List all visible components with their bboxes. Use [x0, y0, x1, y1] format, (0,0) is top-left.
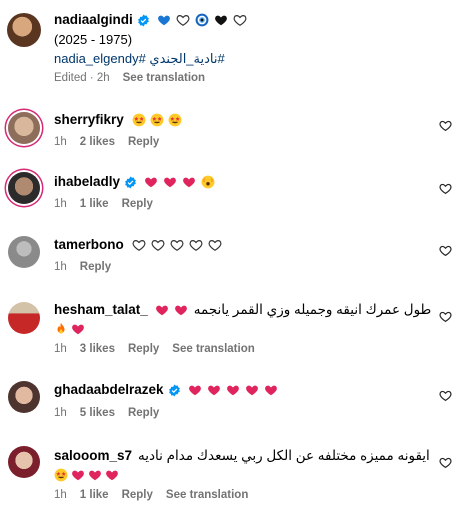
- comment-time: 1h: [54, 343, 67, 355]
- star-struck-emoji: [54, 468, 68, 482]
- heart-red-icon: [144, 175, 158, 189]
- username[interactable]: tamerbono: [54, 236, 124, 254]
- like-heart-icon[interactable]: [439, 244, 452, 257]
- username[interactable]: sherryfikry: [54, 111, 124, 129]
- see-translation-button[interactable]: See translation: [123, 72, 205, 84]
- likes-count[interactable]: 5 likes: [80, 407, 115, 419]
- heart-red-icon: [207, 383, 221, 397]
- username[interactable]: hesham_talat_: [54, 301, 148, 319]
- avatar[interactable]: [8, 172, 40, 204]
- comment-row: salooom_s7 ايقونه مميزه مختلفه عن الكل ر…: [0, 436, 461, 512]
- reply-button[interactable]: Reply: [80, 261, 111, 273]
- comment-row: ihabeladly 1h 1 like Reply: [0, 160, 461, 222]
- avatar[interactable]: [7, 13, 41, 47]
- verified-icon: [168, 384, 181, 397]
- verified-icon: [137, 14, 150, 27]
- raised-hands-emoji: [201, 175, 215, 189]
- heart-outline-icon: [233, 13, 247, 27]
- heart-red-icon: [155, 303, 169, 317]
- likes-count[interactable]: 3 likes: [80, 343, 115, 355]
- avatar[interactable]: [8, 446, 40, 478]
- like-heart-icon[interactable]: [439, 456, 452, 469]
- username[interactable]: ihabeladly: [54, 173, 120, 191]
- star-struck-emoji: [132, 113, 146, 127]
- heart-outline-icon: [170, 238, 184, 252]
- heart-red-icon: [182, 175, 196, 189]
- heart-red-icon: [163, 175, 177, 189]
- avatar[interactable]: [8, 236, 40, 268]
- likes-count[interactable]: 1 like: [80, 489, 109, 501]
- star-struck-emoji: [168, 113, 182, 127]
- heart-red-icon: [71, 468, 85, 482]
- comment-text: طول عمرك انيقه وجميله وزي القمر يانجمه: [193, 302, 432, 317]
- heart-blue-icon: [157, 13, 171, 27]
- heart-black-icon: [214, 13, 228, 27]
- likes-count[interactable]: 2 likes: [80, 136, 115, 148]
- heart-red-icon: [174, 303, 188, 317]
- like-heart-icon[interactable]: [439, 389, 452, 402]
- reply-button[interactable]: Reply: [122, 489, 153, 501]
- fire-emoji: [54, 322, 68, 336]
- like-heart-icon[interactable]: [439, 310, 452, 323]
- heart-red-icon: [188, 383, 202, 397]
- heart-red-icon: [245, 383, 259, 397]
- heart-outline-icon: [151, 238, 165, 252]
- heart-red-icon: [226, 383, 240, 397]
- comment-row: ghadaabdelrazek 1h 5 likes Reply: [0, 370, 461, 434]
- like-heart-icon[interactable]: [439, 119, 452, 132]
- heart-red-icon: [88, 468, 102, 482]
- heart-outline-icon: [176, 13, 190, 27]
- comment-time: 1h: [54, 198, 67, 210]
- username[interactable]: nadiaalgindi: [54, 11, 133, 29]
- avatar[interactable]: [8, 381, 40, 413]
- avatar[interactable]: [8, 112, 40, 144]
- heart-red-icon: [264, 383, 278, 397]
- heart-red-icon: [105, 468, 119, 482]
- comment-row: hesham_talat_ طول عمرك انيقه وجميله وزي …: [0, 292, 461, 368]
- heart-outline-icon: [208, 238, 222, 252]
- comment-time: 1h: [54, 489, 67, 501]
- likes-count[interactable]: 1 like: [80, 198, 109, 210]
- evil-eye-icon: [195, 13, 209, 27]
- username[interactable]: ghadaabdelrazek: [54, 381, 164, 399]
- comment-row: tamerbono 1h Reply: [0, 222, 461, 288]
- heart-red-icon: [71, 322, 85, 336]
- star-struck-emoji: [150, 113, 164, 127]
- username[interactable]: salooom_s7: [54, 447, 132, 465]
- caption-text: (2025 - 1975): [54, 32, 133, 47]
- heart-outline-icon: [189, 238, 203, 252]
- hashtags[interactable]: nadia_elgendy# نادية_الجندي#: [54, 50, 247, 67]
- edited-label: Edited · 2h: [54, 72, 110, 84]
- reply-button[interactable]: Reply: [122, 198, 153, 210]
- reply-button[interactable]: Reply: [128, 136, 159, 148]
- reply-button[interactable]: Reply: [128, 407, 159, 419]
- post-caption: nadiaalgindi (2025 - 1975) nadia_elgendy…: [0, 0, 461, 95]
- comment-time: 1h: [54, 136, 67, 148]
- see-translation-button[interactable]: See translation: [172, 343, 254, 355]
- see-translation-button[interactable]: See translation: [166, 489, 248, 501]
- comment-time: 1h: [54, 261, 67, 273]
- avatar[interactable]: [8, 302, 40, 334]
- heart-outline-icon: [132, 238, 146, 252]
- comment-row: sherryfikry 1h 2 likes Reply: [0, 100, 461, 160]
- like-heart-icon[interactable]: [439, 182, 452, 195]
- reply-button[interactable]: Reply: [128, 343, 159, 355]
- verified-icon: [124, 176, 137, 189]
- comment-text: ايقونه مميزه مختلفه عن الكل ربي يسعدك مد…: [138, 448, 430, 463]
- comment-time: 1h: [54, 407, 67, 419]
